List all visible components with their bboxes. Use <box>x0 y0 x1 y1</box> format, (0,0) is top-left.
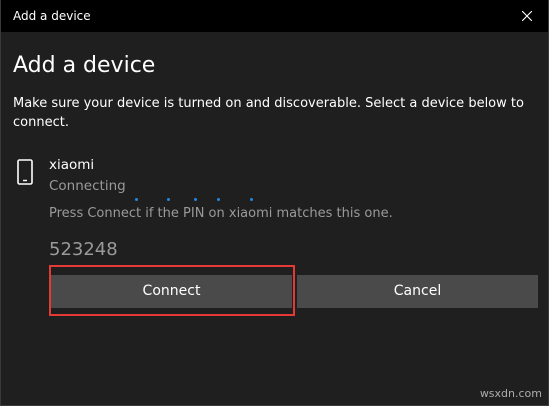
instructions-text: Make sure your device is turned on and d… <box>13 96 524 130</box>
dialog-heading: Add a device <box>13 53 156 78</box>
cancel-button[interactable]: Cancel <box>297 275 538 308</box>
close-icon <box>522 11 532 21</box>
progress-dot <box>194 198 197 201</box>
close-button[interactable] <box>504 0 548 32</box>
add-device-dialog: Add a device Add a device Make sure your… <box>0 0 549 406</box>
progress-dot <box>167 198 170 201</box>
window-title: Add a device <box>13 9 91 23</box>
pin-code: 523248 <box>49 239 118 260</box>
device-status: Connecting <box>49 178 126 194</box>
device-name[interactable]: xiaomi <box>49 156 94 174</box>
progress-dot <box>250 198 253 201</box>
connect-button[interactable]: Connect <box>51 275 292 308</box>
progress-dot <box>217 198 220 201</box>
watermark: wsxdn.com <box>479 387 542 400</box>
title-bar: Add a device <box>1 0 548 32</box>
pin-prompt: Press Connect if the PIN on xiaomi match… <box>49 206 393 221</box>
progress-dot <box>135 198 138 201</box>
phone-icon <box>17 159 33 185</box>
